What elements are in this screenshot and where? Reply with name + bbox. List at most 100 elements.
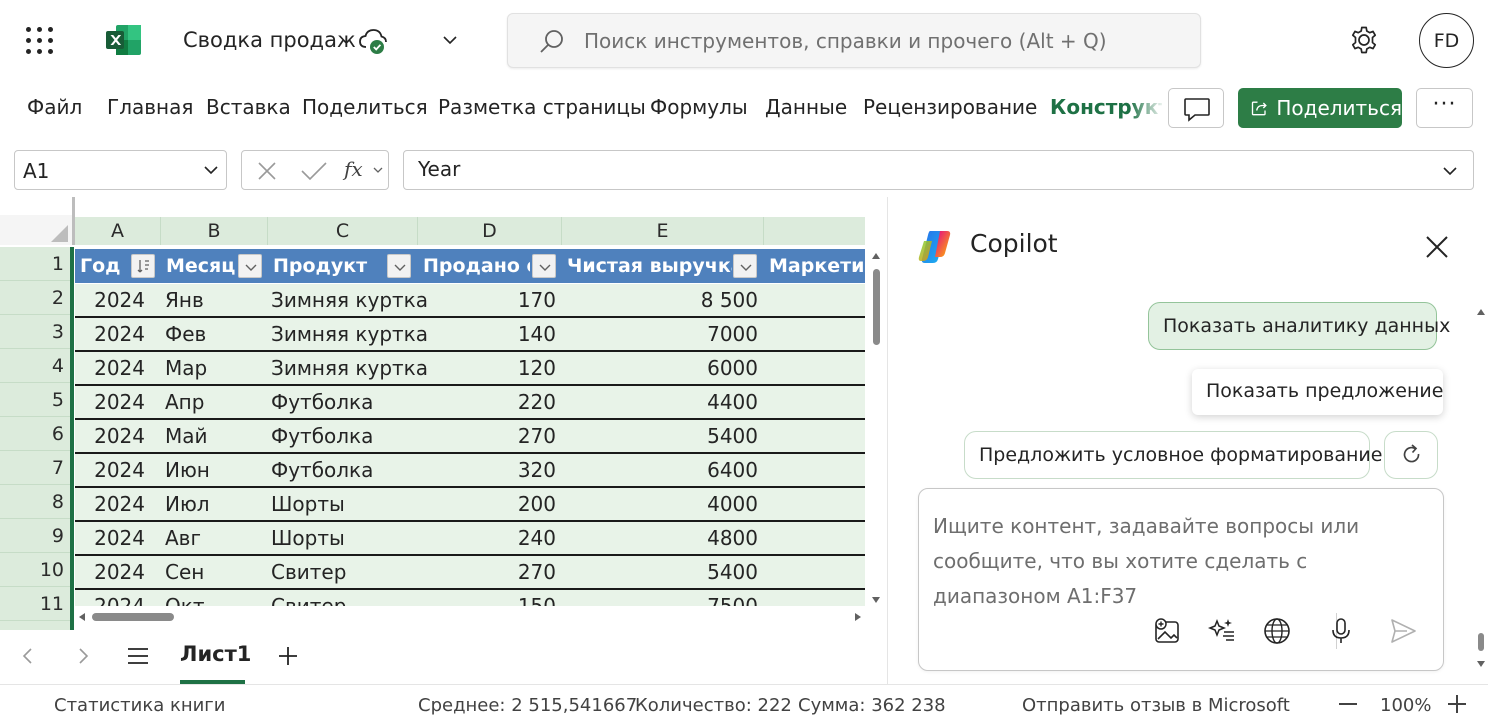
cell-month[interactable]: Май — [165, 420, 265, 452]
refresh-suggestions-button[interactable] — [1384, 431, 1438, 479]
feedback-link[interactable]: Отправить отзыв в Microsoft — [1022, 695, 1290, 716]
cell-month[interactable]: Янв — [165, 284, 265, 316]
cell-month[interactable]: Мар — [165, 352, 265, 384]
cell-product[interactable]: Шорты — [271, 488, 418, 520]
filter-dropdown-icon[interactable] — [532, 254, 556, 278]
table-row[interactable]: 2024 Янв Зимняя куртка 170 8 500 — [75, 284, 865, 318]
cell-year[interactable]: 2024 — [75, 284, 145, 316]
row-header[interactable]: 10 — [0, 553, 70, 587]
cell-month[interactable]: Фев — [165, 318, 265, 350]
table-header-net-revenue[interactable]: Чистая выручка — [562, 249, 732, 283]
copilot-prompt-box[interactable]: Ищите контент, задавайте вопросы или соо… — [918, 488, 1444, 671]
comments-button[interactable] — [1168, 88, 1224, 128]
table-row[interactable]: 2024 Мар Зимняя куртка 120 6000 — [75, 352, 865, 386]
column-header-e[interactable]: E — [562, 217, 764, 245]
select-all-corner[interactable] — [0, 215, 73, 245]
chevron-right-icon[interactable] — [75, 646, 91, 666]
row-header[interactable]: 11 — [0, 587, 70, 621]
cell-revenue[interactable]: 4000 — [562, 488, 758, 520]
table-header-marketing[interactable]: Маркетин — [764, 249, 865, 283]
cell-revenue[interactable]: 6000 — [562, 352, 758, 384]
chevron-left-icon[interactable] — [20, 646, 36, 666]
cancel-icon[interactable] — [256, 160, 278, 182]
zoom-out-icon[interactable] — [1338, 702, 1358, 706]
cell-year[interactable]: 2024 — [75, 318, 145, 350]
tab-home[interactable]: Главная — [107, 95, 193, 119]
column-header-b[interactable]: B — [161, 217, 268, 245]
all-sheets-menu-icon[interactable] — [126, 645, 150, 667]
cell-year[interactable]: 2024 — [75, 352, 145, 384]
row-header[interactable]: 8 — [0, 485, 70, 519]
share-button[interactable]: Поделиться — [1238, 88, 1402, 128]
tab-insert[interactable]: Вставка — [206, 95, 291, 119]
show-data-insights-chip[interactable]: Показать аналитику данных — [1148, 302, 1450, 350]
cell-revenue[interactable]: 5400 — [562, 420, 758, 452]
table-row[interactable]: 2024 Авг Шорты 240 4800 — [75, 522, 865, 556]
add-sheet-icon[interactable] — [277, 645, 299, 667]
cell-year[interactable]: 2024 — [75, 488, 145, 520]
more-options-button[interactable]: ··· — [1416, 88, 1473, 128]
cell-units[interactable]: 140 — [418, 318, 556, 350]
scroll-left-icon[interactable] — [76, 611, 88, 623]
spreadsheet-grid[interactable]: A B C D E 1 2 3 4 5 6 7 8 9 10 11 Год Ме… — [0, 197, 886, 630]
cell-units[interactable]: 170 — [418, 284, 556, 316]
scroll-right-icon[interactable] — [852, 611, 864, 623]
tab-page-layout[interactable]: Разметка страницы — [438, 95, 646, 119]
filter-dropdown-icon[interactable] — [238, 254, 262, 278]
cell-units[interactable]: 120 — [418, 352, 556, 384]
row-header[interactable]: 1 — [0, 247, 70, 281]
cell-units[interactable]: 240 — [418, 522, 556, 554]
app-launcher-icon[interactable] — [26, 27, 54, 55]
row-header[interactable]: 2 — [0, 281, 70, 315]
name-box[interactable]: A1 — [14, 150, 227, 190]
send-icon[interactable] — [1387, 615, 1419, 647]
cell-month[interactable]: Авг — [165, 522, 265, 554]
cell-product[interactable]: Шорты — [271, 522, 418, 554]
search-box[interactable] — [507, 13, 1201, 68]
tab-share[interactable]: Поделиться — [302, 95, 428, 119]
cell-month[interactable]: Апр — [165, 386, 265, 418]
cell-revenue[interactable]: 5400 — [562, 556, 758, 588]
cell-month[interactable]: Июн — [165, 454, 265, 486]
row-header[interactable]: 3 — [0, 315, 70, 349]
copilot-scroll-thumb[interactable] — [1478, 633, 1484, 651]
column-header-c[interactable]: C — [268, 217, 418, 245]
microphone-icon[interactable] — [1325, 615, 1357, 647]
cell-units[interactable]: 200 — [418, 488, 556, 520]
formula-input[interactable]: Year — [403, 150, 1474, 190]
cell-month[interactable]: Июл — [165, 488, 265, 520]
sheet-tab-active[interactable]: Лист1 — [180, 642, 251, 666]
prompt-guide-icon[interactable] — [1206, 615, 1238, 647]
cell-product[interactable]: Свитер — [271, 556, 418, 588]
horizontal-scroll-thumb[interactable] — [92, 613, 174, 621]
cell-product[interactable]: Футболка — [271, 386, 418, 418]
cell-year[interactable]: 2024 — [75, 454, 145, 486]
fx-label[interactable]: fx — [344, 157, 363, 181]
tab-review[interactable]: Рецензирование — [863, 95, 1037, 119]
cell-year[interactable]: 2024 — [75, 556, 145, 588]
workbook-statistics[interactable]: Статистика книги — [54, 695, 225, 716]
filter-dropdown-icon[interactable] — [733, 254, 757, 278]
table-row[interactable]: 2024 Июн Футболка 320 6400 — [75, 454, 865, 488]
add-image-icon[interactable] — [1151, 615, 1183, 647]
cell-product[interactable]: Футболка — [271, 420, 418, 452]
table-row[interactable]: 2024 Апр Футболка 220 4400 — [75, 386, 865, 420]
copilot-prompt-input[interactable]: Ищите контент, задавайте вопросы или соо… — [933, 509, 1433, 614]
avatar[interactable]: FD — [1419, 13, 1474, 68]
scroll-down-icon[interactable] — [1476, 659, 1486, 669]
cell-revenue[interactable]: 7000 — [562, 318, 758, 350]
cell-revenue[interactable]: 4800 — [562, 522, 758, 554]
table-header-units-sold[interactable]: Продано е — [418, 249, 530, 283]
filter-sorted-icon[interactable] — [131, 254, 155, 278]
cell-year[interactable]: 2024 — [75, 522, 145, 554]
enter-check-icon[interactable] — [300, 160, 328, 182]
cell-units[interactable]: 270 — [418, 420, 556, 452]
tab-file[interactable]: Файл — [27, 95, 82, 119]
tab-formulas[interactable]: Формулы — [650, 95, 748, 119]
table-row[interactable]: 2024 Июл Шорты 200 4000 — [75, 488, 865, 522]
cell-revenue[interactable]: 6400 — [562, 454, 758, 486]
cell-year[interactable]: 2024 — [75, 420, 145, 452]
tab-data[interactable]: Данные — [765, 95, 847, 119]
column-header-d[interactable]: D — [418, 217, 562, 245]
row-header[interactable]: 5 — [0, 383, 70, 417]
